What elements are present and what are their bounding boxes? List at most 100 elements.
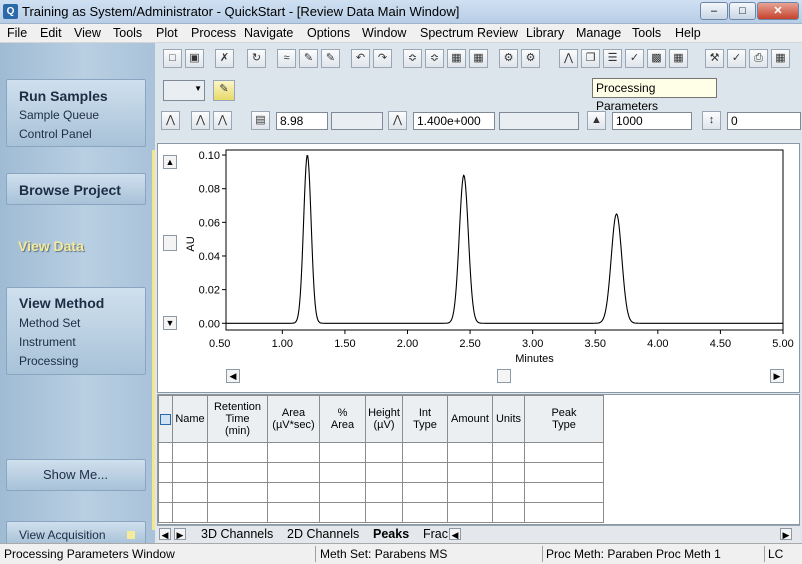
scroll-down-button[interactable]: ▼ [163, 316, 177, 330]
copy-icon[interactable]: ❐ [581, 49, 600, 68]
view-stack-icon[interactable]: ⋀ [191, 111, 210, 130]
menu-navigate[interactable]: Navigate [244, 26, 293, 40]
menu-plot[interactable]: Plot [156, 26, 178, 40]
processing-link[interactable]: Processing [19, 354, 78, 368]
tab-frac[interactable]: Frac [423, 527, 448, 541]
show-me-button[interactable]: Show Me... [43, 467, 108, 482]
minimum-height-field[interactable]: 0 [727, 112, 801, 130]
x-tick-label: 2.00 [397, 338, 418, 350]
menu-manage[interactable]: Manage [576, 26, 621, 40]
status-mode: LC [768, 547, 784, 561]
tab-peaks[interactable]: Peaks [373, 527, 409, 541]
scroll-left-button[interactable]: ◀ [226, 369, 240, 383]
browse-project-button[interactable]: Browse Project [19, 182, 121, 198]
report-icon[interactable]: ▩ [647, 49, 666, 68]
menu-process[interactable]: Process [191, 26, 236, 40]
integration-tool-icon[interactable]: ✗ [215, 49, 234, 68]
close-button[interactable]: ✕ [757, 2, 799, 20]
col-name[interactable]: Name [172, 395, 208, 443]
peak-width-field[interactable]: 8.98 [276, 112, 328, 130]
spectrum-icon-4[interactable]: ▦ [469, 49, 488, 68]
table-scroll-left-button[interactable]: ◀ [449, 528, 461, 540]
view-data-button[interactable]: View Data [18, 238, 84, 254]
table-row[interactable] [158, 442, 604, 463]
spectrum-icon-2[interactable]: ≎ [425, 49, 444, 68]
integrate-icon[interactable]: ≈ [277, 49, 296, 68]
tab-3d-channels[interactable]: 3D Channels [201, 527, 273, 541]
control-panel-link[interactable]: Control Panel [19, 127, 92, 141]
tab-2d-channels[interactable]: 2D Channels [287, 527, 359, 541]
x-tick-label: 1.00 [272, 338, 293, 350]
minimize-button[interactable]: – [700, 2, 728, 20]
vertical-scroll-thumb[interactable] [163, 235, 177, 251]
table-corner-icon[interactable] [158, 395, 173, 443]
menu-library[interactable]: Library [526, 26, 564, 40]
menu-tools[interactable]: Tools [113, 26, 142, 40]
col-peak-type[interactable]: Peak Type [524, 395, 604, 443]
instrument-link[interactable]: Instrument [19, 335, 76, 349]
spectrum-icon-3[interactable]: ▦ [447, 49, 466, 68]
col-int-type[interactable]: Int Type [402, 395, 448, 443]
tools-icon[interactable]: ⚒ [705, 49, 724, 68]
menu-tools-2[interactable]: Tools [632, 26, 661, 40]
col-percent-area[interactable]: % Area [319, 395, 366, 443]
spectrum-icon-1[interactable]: ≎ [403, 49, 422, 68]
channel-select[interactable]: ▼ [163, 80, 205, 101]
calibrate-icon[interactable]: ✎ [299, 49, 318, 68]
threshold-icon[interactable]: ⋀ [388, 111, 407, 130]
undo-icon[interactable]: ↶ [351, 49, 370, 68]
method-set-link[interactable]: Method Set [19, 316, 80, 330]
menu-file[interactable]: File [7, 26, 27, 40]
col-retention-time[interactable]: Retention Time (min) [207, 395, 268, 443]
refresh-icon[interactable]: ↻ [247, 49, 266, 68]
peak-detect-tool-icon[interactable]: □ [163, 49, 182, 68]
peak-edit-tool-icon[interactable]: ▣ [185, 49, 204, 68]
scroll-right-button[interactable]: ▶ [770, 369, 784, 383]
tab-scroll-left-button[interactable]: ◀ [159, 528, 171, 540]
print-icon[interactable]: ⎙ [749, 49, 768, 68]
table-row[interactable] [158, 482, 604, 503]
menu-help[interactable]: Help [675, 26, 701, 40]
col-height[interactable]: Height (µV) [365, 395, 403, 443]
run-samples-button[interactable]: Run Samples [19, 88, 108, 104]
col-amount[interactable]: Amount [447, 395, 493, 443]
view-overlay-icon[interactable]: ⋀ [161, 111, 180, 130]
view-peak-icon[interactable]: ⋀ [213, 111, 232, 130]
redo-icon[interactable]: ↷ [373, 49, 392, 68]
peak-width-aux-field[interactable] [331, 112, 383, 130]
method-icon[interactable]: ✓ [727, 49, 746, 68]
chromatogram-icon[interactable]: ⋀ [559, 49, 578, 68]
y-tick-label: 0.02 [199, 285, 220, 297]
browse-project-panel: Browse Project [6, 173, 146, 205]
menu-spectrum-review[interactable]: Spectrum Review [420, 26, 518, 40]
library-icon-1[interactable]: ⚙ [499, 49, 518, 68]
library-icon-2[interactable]: ⚙ [521, 49, 540, 68]
minimum-height-icon[interactable]: ↕ [702, 111, 721, 130]
save-icon[interactable]: ▦ [771, 49, 790, 68]
quantitate-icon[interactable]: ✎ [321, 49, 340, 68]
view-acquisition-button[interactable]: View Acquisition [19, 528, 106, 542]
sidebar: Run Samples Sample Queue Control Panel B… [0, 43, 155, 545]
col-area[interactable]: Area (µV*sec) [267, 395, 320, 443]
list-icon[interactable]: ☰ [603, 49, 622, 68]
table-scroll-right-button[interactable]: ▶ [780, 528, 792, 540]
highlighter-icon[interactable]: ✎ [213, 80, 235, 101]
maximize-button[interactable]: □ [729, 2, 756, 20]
table-row[interactable] [158, 502, 604, 523]
col-units[interactable]: Units [492, 395, 525, 443]
results-icon[interactable]: ▦ [669, 49, 688, 68]
peak-width-icon[interactable]: ▤ [251, 111, 270, 130]
horizontal-scroll-thumb[interactable] [497, 369, 511, 383]
processing-parameters-icon[interactable]: ✓ [625, 49, 644, 68]
menu-edit[interactable]: Edit [40, 26, 62, 40]
threshold-aux-field[interactable] [499, 112, 579, 130]
menu-options[interactable]: Options [307, 26, 350, 40]
menu-window[interactable]: Window [362, 26, 406, 40]
table-row[interactable] [158, 462, 604, 483]
threshold-field[interactable]: 1.400e+000 [413, 112, 495, 130]
menu-view[interactable]: View [74, 26, 101, 40]
sample-queue-link[interactable]: Sample Queue [19, 108, 99, 122]
view-method-button[interactable]: View Method [19, 295, 104, 311]
scroll-up-button[interactable]: ▲ [163, 155, 177, 169]
tab-scroll-right-button[interactable]: ▶ [174, 528, 186, 540]
